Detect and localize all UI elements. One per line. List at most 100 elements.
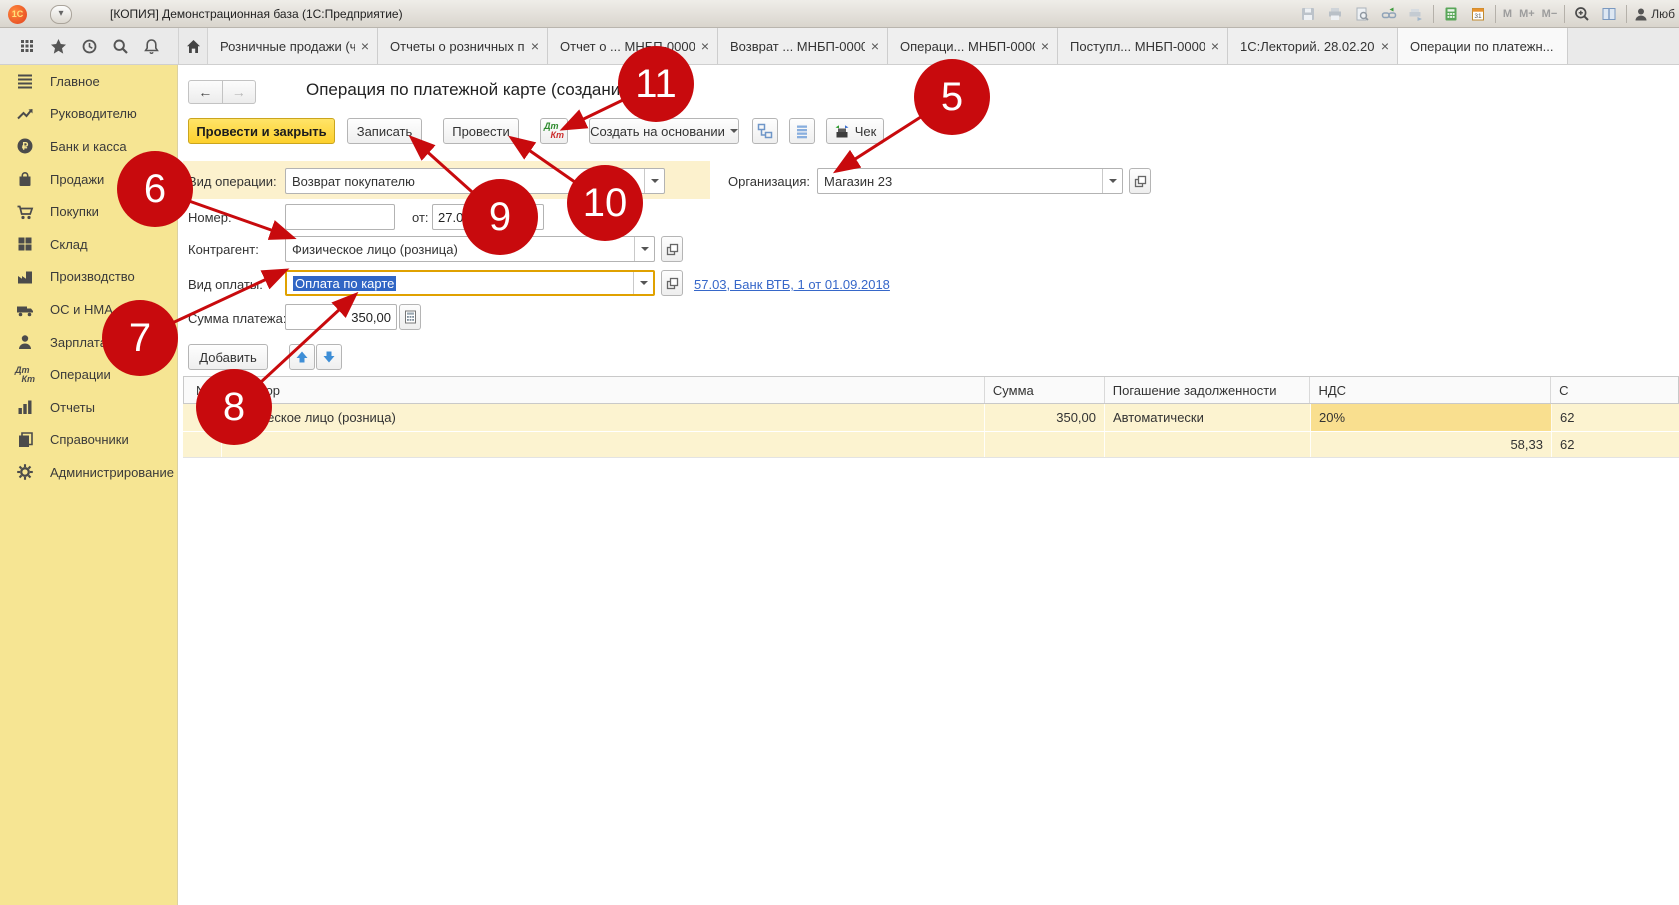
cell-amount[interactable]: 350,00 [985,404,1105,431]
home-icon [185,38,202,55]
cell-debt-repayment[interactable]: Автоматически [1105,404,1311,431]
sidebar-item-production[interactable]: Производство [0,261,177,294]
cell-contract[interactable]: Физическое лицо (розница) [222,404,985,431]
show-postings-dtkt-button[interactable]: ДтКт [540,118,568,144]
move-row-down-button[interactable] [316,344,342,370]
post-and-close-button[interactable]: Провести и закрыть [188,118,335,144]
cash-register-icon [834,123,850,139]
send-print-icon[interactable] [1406,4,1426,24]
chevron-down-icon [730,129,738,137]
get-link-icon[interactable] [1379,4,1399,24]
sidebar-item-label: ОС и НМА [50,302,113,317]
print-icon[interactable] [1325,4,1345,24]
dropdown-button[interactable] [1102,169,1122,193]
header-account[interactable]: С [1551,377,1678,403]
counterparty-open-button[interactable] [661,236,683,262]
tab-return-mnbp-000001[interactable]: Возврат ... МНБП-000001 × [718,28,888,64]
history-clock-icon[interactable] [77,34,101,58]
memory-m-plus-button[interactable]: M+ [1519,8,1535,20]
memory-m-minus-button[interactable]: M− [1542,8,1558,20]
print-preview-icon[interactable] [1352,4,1372,24]
search-icon[interactable] [108,34,132,58]
settlement-account-link[interactable]: 57.03, Банк ВТБ, 1 от 01.09.2018 [694,277,890,292]
system-menu-button[interactable]: ▾ [50,5,72,24]
sidebar-item-label: Покупки [50,204,99,219]
cell-account-line2[interactable]: 62 [1552,432,1679,457]
tab-retail-reports[interactable]: Отчеты о розничных п... × [378,28,548,64]
header-amount[interactable]: Сумма [985,377,1105,403]
close-icon[interactable]: × [701,38,709,54]
sidebar-item-main[interactable]: Главное [0,65,177,98]
home-tab[interactable] [178,28,208,64]
save-icon[interactable] [1298,4,1318,24]
tab-card-payment-operations[interactable]: Операции по платежн... [1398,28,1568,64]
table-row-line2[interactable]: 58,33 62 [183,431,1679,458]
current-user-button[interactable]: Люб [1634,7,1675,22]
header-contract[interactable]: Договор [223,377,985,403]
bar-chart-icon [15,397,35,417]
tab-retail-sales[interactable]: Розничные продажи (ч... × [208,28,378,64]
favorites-star-icon[interactable] [46,34,70,58]
create-based-on-button[interactable]: Создать на основании [589,118,739,144]
shopping-bag-icon [15,169,35,189]
gear-icon [15,462,35,482]
payment-amount-input[interactable]: 350,00 [285,304,397,330]
payment-type-open-button[interactable] [661,270,683,296]
header-vat[interactable]: НДС [1310,377,1551,403]
annotation-circle-6: 6 [117,151,193,227]
annotation-circle-9: 9 [462,179,538,255]
dropdown-button[interactable] [634,237,654,261]
sidebar-item-directories[interactable]: Справочники [0,424,177,457]
forward-button[interactable]: → [223,81,256,103]
header-debt-repayment[interactable]: Погашение задолженности [1105,377,1311,403]
arrow-up-icon [295,350,309,364]
sidebar-item-warehouse[interactable]: Склад [0,228,177,261]
table-row[interactable]: Физическое лицо (розница) 350,00 Автомат… [183,404,1679,431]
add-row-button[interactable]: Добавить [188,344,268,370]
counterparty-label: Контрагент: [188,242,259,257]
calendar-icon[interactable]: 31 [1468,4,1488,24]
cell-account[interactable]: 62 [1552,404,1679,431]
post-button[interactable]: Провести [443,118,519,144]
move-row-up-button[interactable] [289,344,315,370]
dropdown-button[interactable] [644,169,664,193]
tab-1c-lectorium[interactable]: 1С:Лекторий. 28.02.20... × [1228,28,1398,64]
number-input[interactable] [285,204,395,230]
service-icons [0,28,178,64]
nav-history-group: ← → [188,80,256,104]
tab-operation-mnbp-000001[interactable]: Операци... МНБП-000001 × [888,28,1058,64]
sidebar-item-administration[interactable]: Администрирование [0,456,177,489]
close-icon[interactable]: × [1211,38,1219,54]
cell-vat-selected[interactable]: 20% [1311,404,1552,431]
related-documents-button[interactable] [752,118,778,144]
memory-m-button[interactable]: M [1503,8,1512,20]
page-title: Операция по платежной карте (создание) [306,80,635,100]
zoom-in-icon[interactable] [1572,4,1592,24]
close-icon[interactable]: × [871,38,879,54]
cell-vat-amount[interactable]: 58,33 [1311,432,1552,457]
receipt-button[interactable]: Чек [826,118,884,144]
back-button[interactable]: ← [189,81,223,103]
dt-kt-icon: ДтКт [544,122,564,140]
sidebar-item-label: Главное [50,74,100,89]
shopping-cart-icon [15,202,35,222]
organization-select[interactable]: Магазин 23 [817,168,1123,194]
close-icon[interactable]: × [361,38,369,54]
tab-receipt-mnbp-000001[interactable]: Поступл... МНБП-000001 × [1058,28,1228,64]
payment-type-select[interactable]: Оплата по карте [285,270,655,296]
close-icon[interactable]: × [531,38,539,54]
calculator-icon[interactable] [1441,4,1461,24]
amount-calculator-button[interactable] [399,304,421,330]
split-window-icon[interactable] [1599,4,1619,24]
document-list-button[interactable] [789,118,815,144]
dropdown-button[interactable] [633,272,653,294]
save-button[interactable]: Записать [347,118,422,144]
all-functions-grid-icon[interactable] [15,34,39,58]
organization-open-button[interactable] [1129,168,1151,194]
close-icon[interactable]: × [1041,38,1049,54]
close-icon[interactable]: × [1381,38,1389,54]
notifications-bell-icon[interactable] [139,34,163,58]
window-title: [КОПИЯ] Демонстрационная база (1С:Предпр… [110,7,403,21]
sidebar-item-reports[interactable]: Отчеты [0,391,177,424]
sidebar-item-manager[interactable]: Руководителю [0,98,177,131]
